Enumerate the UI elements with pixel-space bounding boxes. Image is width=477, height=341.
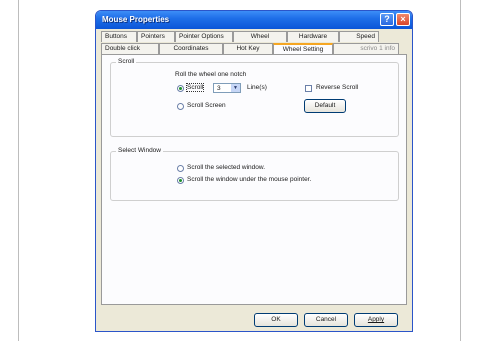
ok-button[interactable]: OK — [254, 313, 298, 327]
scroll-under-pointer-label[interactable]: Scroll the window under the mouse pointe… — [187, 176, 311, 183]
tab-wheel[interactable]: Wheel — [233, 31, 287, 42]
default-button[interactable]: Default — [304, 99, 346, 113]
reverse-scroll-checkbox[interactable] — [305, 85, 312, 92]
wheel-setting-panel: Scroll Roll the wheel one notch Scroll 3… — [101, 54, 407, 305]
tab-speed[interactable]: Speed — [339, 31, 379, 42]
roll-notch-label: Roll the wheel one notch — [175, 71, 247, 78]
scroll-selected-window-radio[interactable] — [177, 165, 184, 172]
close-button[interactable]: × — [396, 13, 410, 26]
scroll-selected-window-label[interactable]: Scroll the selected window. — [187, 164, 265, 171]
select-window-group: Select Window Scroll the selected window… — [110, 147, 399, 201]
tab-coordinates[interactable]: Coordinates — [159, 43, 223, 54]
scroll-under-pointer-radio[interactable] — [177, 177, 184, 184]
help-button[interactable]: ? — [380, 13, 394, 26]
tab-hot-key[interactable]: Hot Key — [223, 43, 273, 54]
scroll-screen-radio[interactable] — [177, 103, 184, 110]
select-window-group-label: Select Window — [116, 147, 163, 154]
chevron-down-icon[interactable]: ▼ — [231, 84, 240, 92]
tab-pointers[interactable]: Pointers — [137, 31, 175, 42]
tab-scrivo-info[interactable]: scrivo 1 info — [333, 43, 399, 54]
scroll-radio-label[interactable]: Scroll — [185, 83, 205, 92]
tab-hardware[interactable]: Hardware — [287, 31, 339, 42]
scroll-group-label: Scroll — [116, 58, 137, 65]
scroll-radio[interactable] — [177, 85, 184, 92]
lines-select[interactable]: 3 ▼ — [213, 83, 241, 93]
tab-row-back: Buttons Pointers Pointer Options Wheel H… — [101, 31, 379, 42]
close-icon: × — [400, 14, 406, 24]
scroll-screen-label[interactable]: Scroll Screen — [187, 102, 226, 109]
cancel-button[interactable]: Cancel — [304, 313, 348, 327]
help-icon: ? — [384, 14, 390, 24]
tab-buttons[interactable]: Buttons — [101, 31, 137, 42]
title-bar[interactable]: Mouse Properties ? × — [96, 11, 412, 29]
reverse-scroll-label[interactable]: Reverse Scroll — [316, 84, 358, 91]
mouse-properties-dialog: Mouse Properties ? × Buttons Pointers Po… — [95, 10, 413, 332]
scroll-group: Scroll Roll the wheel one notch Scroll 3… — [110, 58, 399, 137]
lines-select-value: 3 — [217, 85, 221, 92]
tab-wheel-setting[interactable]: Wheel Setting — [273, 43, 333, 54]
page-border-right — [460, 0, 461, 341]
tab-pointer-options[interactable]: Pointer Options — [175, 31, 233, 42]
lines-unit-label: Line(s) — [247, 84, 267, 91]
tab-row-front: Double click Coordinates Hot Key Wheel S… — [101, 43, 399, 54]
apply-button[interactable]: Apply — [354, 313, 398, 327]
window-title: Mouse Properties — [102, 15, 170, 24]
page-border-left — [18, 0, 19, 341]
tab-double-click[interactable]: Double click — [101, 43, 159, 54]
